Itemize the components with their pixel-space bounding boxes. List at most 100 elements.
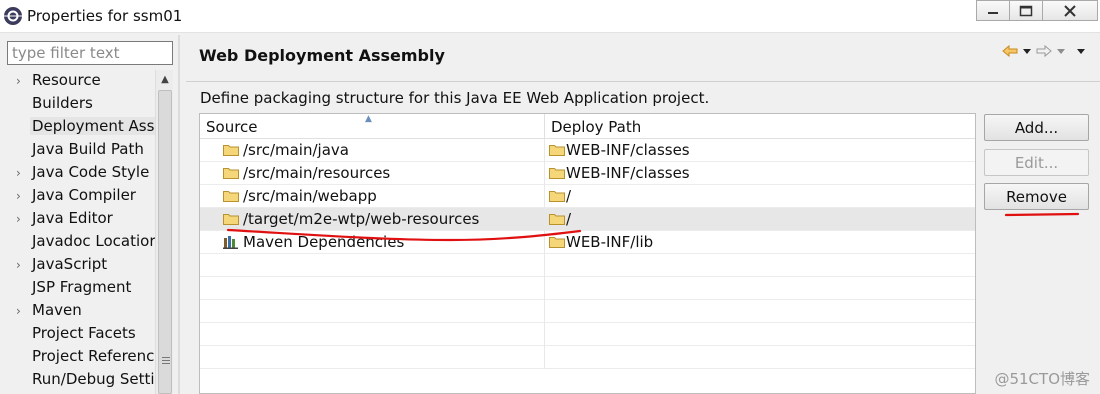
source-cell[interactable]: /target/m2e-wtp/web-resources	[200, 208, 545, 231]
empty-cell	[200, 254, 545, 277]
tree-item-label: Maven	[32, 301, 82, 319]
title-bar: Properties for ssm01	[0, 0, 1100, 33]
deployment-assembly-table: Source ▲ Deploy Path /src/main/java WEB-…	[199, 113, 976, 394]
deploy-path-cell[interactable]: /	[545, 185, 975, 208]
sort-ascending-icon: ▲	[365, 114, 372, 124]
tree-item-project-references[interactable]: Project Referenc	[0, 346, 155, 369]
folder-icon	[223, 168, 239, 179]
deploy-path-cell[interactable]: WEB-INF/lib	[545, 231, 975, 254]
table-row-empty	[200, 277, 975, 300]
chevron-right-icon[interactable]: ›	[16, 304, 26, 318]
folder-icon	[549, 145, 565, 156]
column-header-source[interactable]: Source ▲	[200, 114, 545, 139]
maximize-button[interactable]	[1009, 0, 1043, 21]
table-body: /src/main/java WEB-INF/classes /src/main…	[200, 139, 975, 369]
tree-item-resource[interactable]: › Resource	[0, 70, 155, 93]
scrollbar-thumb[interactable]	[158, 90, 172, 394]
tree-item-label: Java Code Style	[32, 163, 150, 181]
tree-item-builders[interactable]: Builders	[0, 93, 155, 116]
table-row-empty	[200, 346, 975, 369]
back-menu-icon[interactable]	[1022, 47, 1032, 55]
forward-menu-icon[interactable]	[1056, 47, 1066, 55]
tree-item-label: Project Referenc	[32, 347, 155, 365]
tree-item-java-compiler[interactable]: › Java Compiler	[0, 185, 155, 208]
folder-icon	[549, 214, 565, 225]
deploy-path-cell[interactable]: WEB-INF/classes	[545, 139, 975, 162]
tree-item-label: Resource	[32, 71, 101, 89]
deploy-path-cell[interactable]: WEB-INF/classes	[545, 162, 975, 185]
table-row[interactable]: /src/main/webapp /	[200, 185, 975, 208]
tree-item-run-debug-settings[interactable]: Run/Debug Setti	[0, 369, 155, 392]
minimize-button[interactable]	[976, 0, 1010, 21]
table-row-highlighted[interactable]: /target/m2e-wtp/web-resources /	[200, 208, 975, 231]
maximize-icon	[1019, 5, 1033, 16]
source-cell[interactable]: /src/main/webapp	[200, 185, 545, 208]
chevron-right-icon[interactable]: ›	[16, 212, 26, 226]
source-cell[interactable]: /src/main/java	[200, 139, 545, 162]
tree-item-deployment-assembly[interactable]: Deployment Asse	[0, 116, 155, 139]
folder-icon	[223, 214, 239, 225]
chevron-right-icon[interactable]: ›	[16, 189, 26, 203]
table-row[interactable]: Maven Dependencies WEB-INF/lib	[200, 231, 975, 254]
tree-item-javascript[interactable]: › JavaScript	[0, 254, 155, 277]
remove-button[interactable]: Remove	[984, 183, 1089, 210]
page-header: Web Deployment Assembly	[186, 35, 1100, 81]
folder-icon	[549, 168, 565, 179]
empty-cell	[200, 300, 545, 323]
tree-item-jsp-fragment[interactable]: JSP Fragment	[0, 277, 155, 300]
chevron-right-icon[interactable]: ›	[16, 166, 26, 180]
deploy-path: WEB-INF/classes	[566, 141, 690, 159]
tree-item-java-editor[interactable]: › Java Editor	[0, 208, 155, 231]
grip-icon	[162, 357, 170, 366]
empty-cell	[200, 323, 545, 346]
tree-item-label: JavaScript	[32, 255, 108, 273]
table-row-empty	[200, 254, 975, 277]
folder-icon	[223, 145, 239, 156]
table-row[interactable]: /src/main/resources WEB-INF/classes	[200, 162, 975, 185]
window-title: Properties for ssm01	[27, 7, 183, 25]
source-cell[interactable]: Maven Dependencies	[200, 231, 545, 254]
chevron-right-icon[interactable]: ›	[16, 258, 26, 272]
tree-item-label: Project Facets	[32, 324, 136, 342]
empty-cell	[200, 346, 545, 369]
tree-scrollbar[interactable]: ▲	[155, 70, 173, 394]
tree-item-project-facets[interactable]: Project Facets	[0, 323, 155, 346]
column-header-deploy-path[interactable]: Deploy Path	[545, 114, 975, 139]
filter-input[interactable]	[7, 41, 173, 65]
tree-item-label: Run/Debug Setti	[32, 370, 155, 388]
close-button[interactable]	[1042, 0, 1098, 21]
close-icon	[1064, 4, 1076, 17]
minimize-icon	[988, 11, 998, 14]
tree-item-maven[interactable]: › Maven	[0, 300, 155, 323]
tree-item-label: Java Editor	[32, 209, 113, 227]
tree-item-java-build-path[interactable]: Java Build Path	[0, 139, 155, 162]
source-path: Maven Dependencies	[243, 233, 405, 251]
view-menu-icon[interactable]	[1076, 47, 1086, 55]
source-path: /target/m2e-wtp/web-resources	[243, 210, 480, 228]
tree-item-label: Javadoc Locatior	[32, 232, 155, 250]
tree-item-label: Java Build Path	[32, 140, 144, 158]
back-arrow-icon[interactable]	[1002, 44, 1018, 58]
forward-arrow-icon[interactable]	[1036, 44, 1052, 58]
tree-item-label: Builders	[32, 94, 93, 112]
folder-icon	[549, 191, 565, 202]
deploy-path-cell[interactable]: /	[545, 208, 975, 231]
page-navigation	[1002, 44, 1086, 58]
add-button[interactable]: Add...	[984, 114, 1089, 141]
tree-item-label: Deployment Asse	[30, 117, 155, 135]
eclipse-app-icon	[4, 7, 22, 25]
folder-icon	[549, 237, 565, 248]
tree-item-java-code-style[interactable]: › Java Code Style	[0, 162, 155, 185]
tree-item-javadoc-location[interactable]: Javadoc Locatior	[0, 231, 155, 254]
scroll-up-icon[interactable]: ▲	[156, 70, 174, 88]
source-path: /src/main/java	[243, 141, 349, 159]
table-row[interactable]: /src/main/java WEB-INF/classes	[200, 139, 975, 162]
source-cell[interactable]: /src/main/resources	[200, 162, 545, 185]
pane-splitter[interactable]	[178, 35, 180, 394]
chevron-right-icon[interactable]: ›	[16, 74, 26, 88]
page-title: Web Deployment Assembly	[199, 46, 445, 65]
tree-item-label: JSP Fragment	[32, 278, 132, 296]
tree-item-label: Java Compiler	[32, 186, 136, 204]
edit-button[interactable]: Edit...	[984, 149, 1089, 176]
header-separator	[186, 81, 1100, 82]
